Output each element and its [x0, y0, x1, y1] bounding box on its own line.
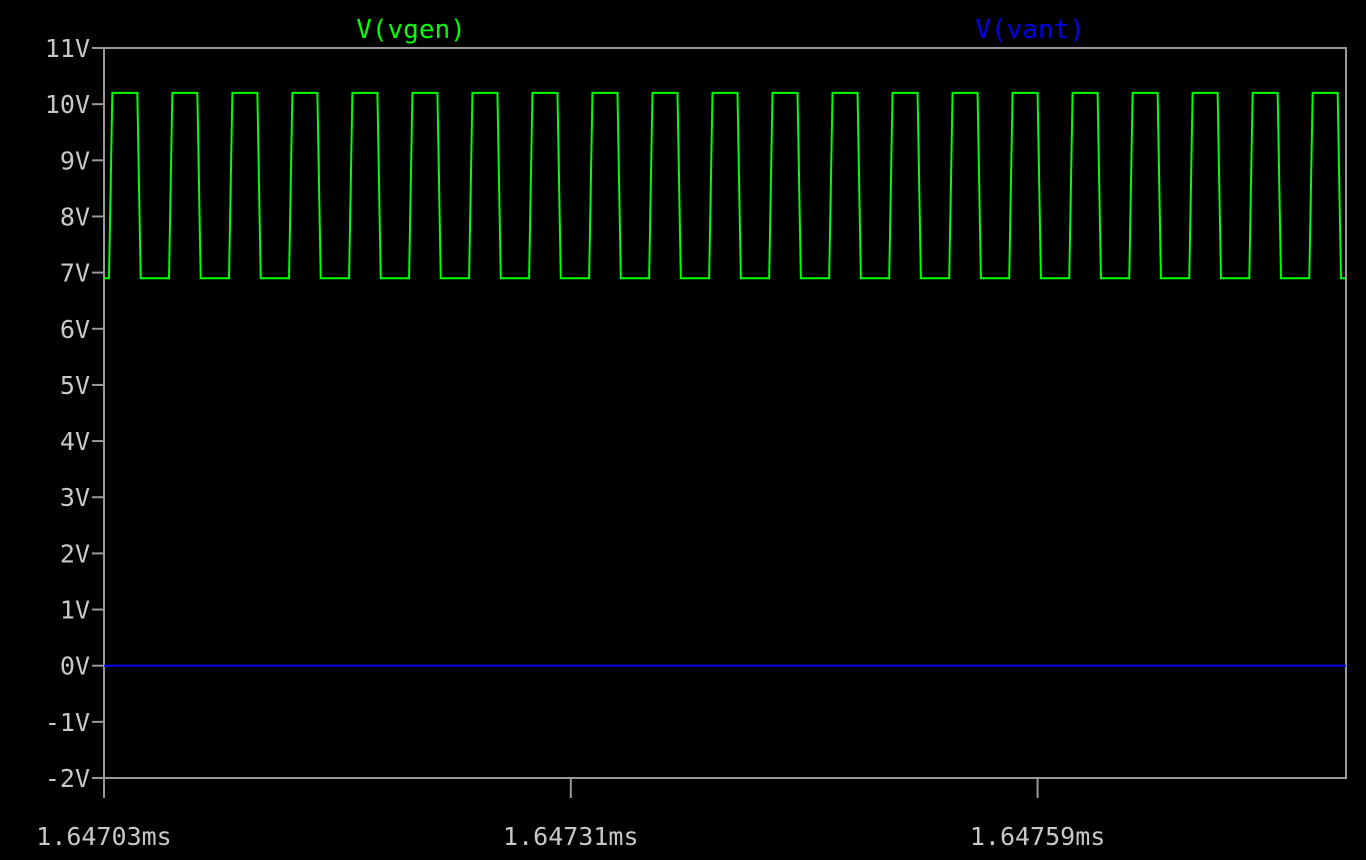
- traces: [104, 91, 1346, 667]
- y-tick-label: 8V: [60, 202, 90, 231]
- y-tick-label: 3V: [60, 483, 90, 512]
- x-axis: 1.64703ms 1.64731ms 1.64759ms: [36, 778, 1105, 851]
- y-tick-label: 2V: [60, 539, 90, 568]
- y-tick-label: 4V: [60, 427, 90, 456]
- y-tick-label: -2V: [45, 764, 90, 793]
- series-label-vant[interactable]: V(vant): [975, 15, 1085, 45]
- y-tick-label: -1V: [45, 708, 90, 737]
- x-tick-label: 1.64703ms: [36, 822, 171, 851]
- series-label-vgen[interactable]: V(vgen): [356, 15, 466, 45]
- y-tick-label: 10V: [45, 90, 90, 119]
- plot-area: [103, 47, 1347, 779]
- legend: V(vgen) V(vant): [356, 15, 1085, 45]
- y-tick-label: 1V: [60, 596, 90, 625]
- y-axis: 11V 10V 9V 8V 7V 6V 5V 4V 3V 2V 1V 0V -1V -2V: [45, 34, 104, 793]
- y-tick-label: 5V: [60, 371, 90, 400]
- y-tick-label: 11V: [45, 34, 90, 63]
- series-line-vgen: [104, 91, 1346, 280]
- x-tick-label: 1.64759ms: [970, 822, 1105, 851]
- y-tick-label: 7V: [60, 259, 90, 288]
- y-tick-label: 9V: [60, 146, 90, 175]
- chart-svg: 11V 10V 9V 8V 7V 6V 5V 4V 3V 2V 1V 0V -1V -2V 1.64703…: [36, 15, 1347, 851]
- x-tick-label: 1.64731ms: [503, 822, 638, 851]
- y-tick-label: 0V: [60, 652, 90, 681]
- y-tick-label: 6V: [60, 315, 90, 344]
